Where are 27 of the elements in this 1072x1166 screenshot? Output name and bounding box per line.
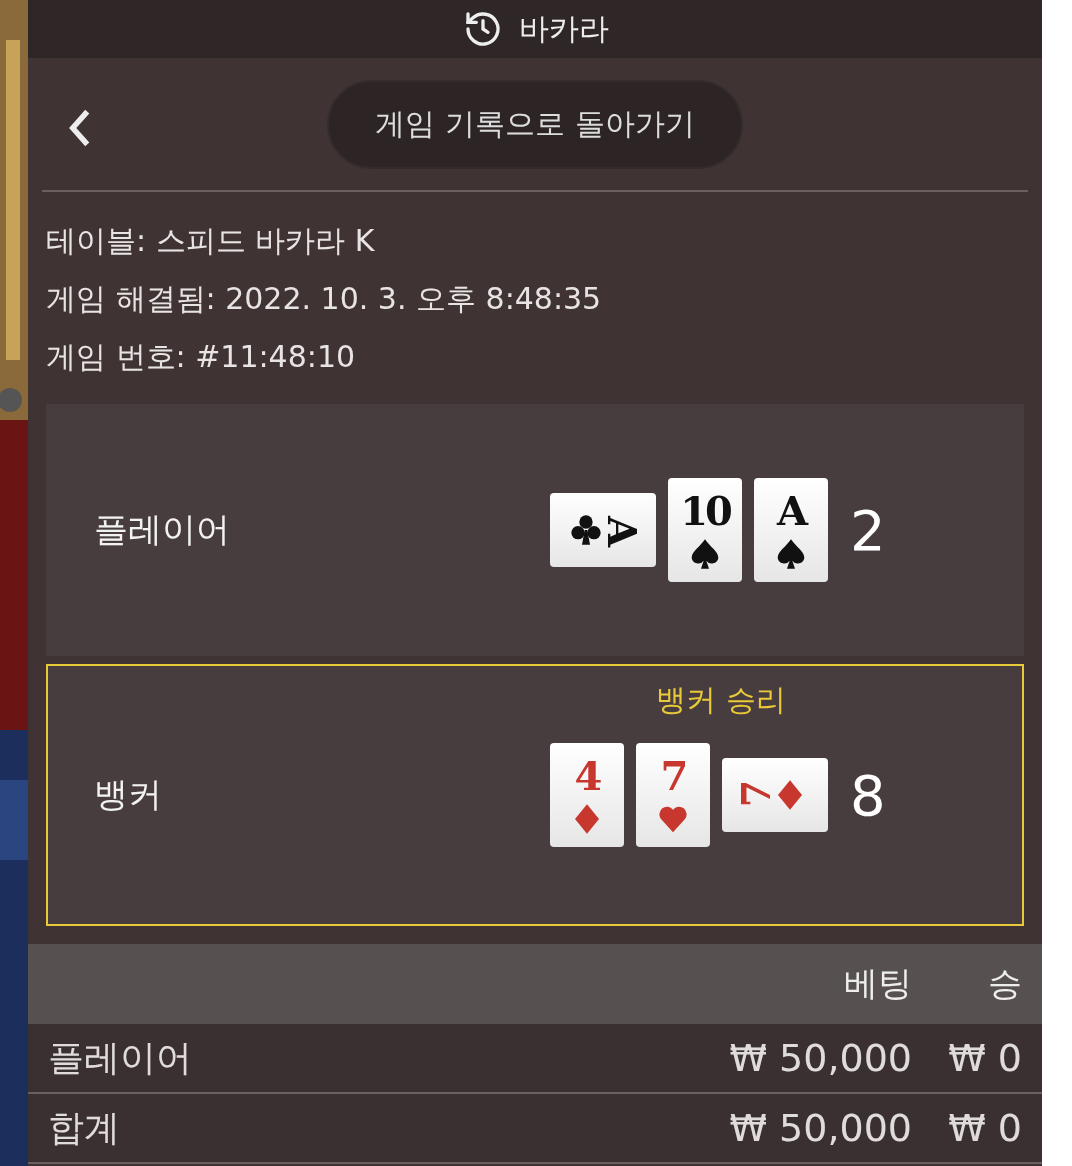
- info-line: 게임 해결됨: 2022. 10. 3. 오후 8:48:35: [46, 280, 603, 318]
- playing-card: 7: [722, 758, 828, 832]
- hand-label: 뱅커: [94, 773, 163, 816]
- playing-card: 10: [668, 478, 742, 582]
- club-icon: [569, 514, 602, 546]
- hand-label: 플레이어: [94, 508, 231, 551]
- table-cell-text: ₩ 50,000: [728, 1036, 912, 1080]
- info-line: 게임 번호: #11:48:10: [46, 338, 357, 376]
- table-cell-text: 플레이어: [48, 1035, 193, 1080]
- playing-card: 7: [636, 743, 710, 847]
- playing-card: 4: [550, 743, 624, 847]
- table-cell-text: ₩ 0: [947, 1106, 1022, 1150]
- playing-card: A: [550, 493, 656, 567]
- column-header: 승: [987, 962, 1022, 1005]
- hand-score: 8: [850, 762, 886, 828]
- hand-score: 2: [850, 497, 886, 563]
- spade-icon: [689, 538, 721, 570]
- table-cell-text: ₩ 50,000: [728, 1106, 912, 1150]
- info-line: 테이블: 스피드 바카라 K: [46, 222, 376, 260]
- table-cell-text: ₩ 0: [947, 1036, 1022, 1080]
- window-title: 바카라: [519, 9, 609, 48]
- column-header: 베팅: [843, 962, 912, 1005]
- spade-icon: [775, 538, 807, 570]
- table-cell-text: 합계: [48, 1105, 121, 1150]
- playing-card: A: [754, 478, 828, 582]
- result-label: 뱅커 승리: [656, 681, 786, 719]
- back-to-history-button[interactable]: 게임 기록으로 돌아가기: [327, 79, 743, 169]
